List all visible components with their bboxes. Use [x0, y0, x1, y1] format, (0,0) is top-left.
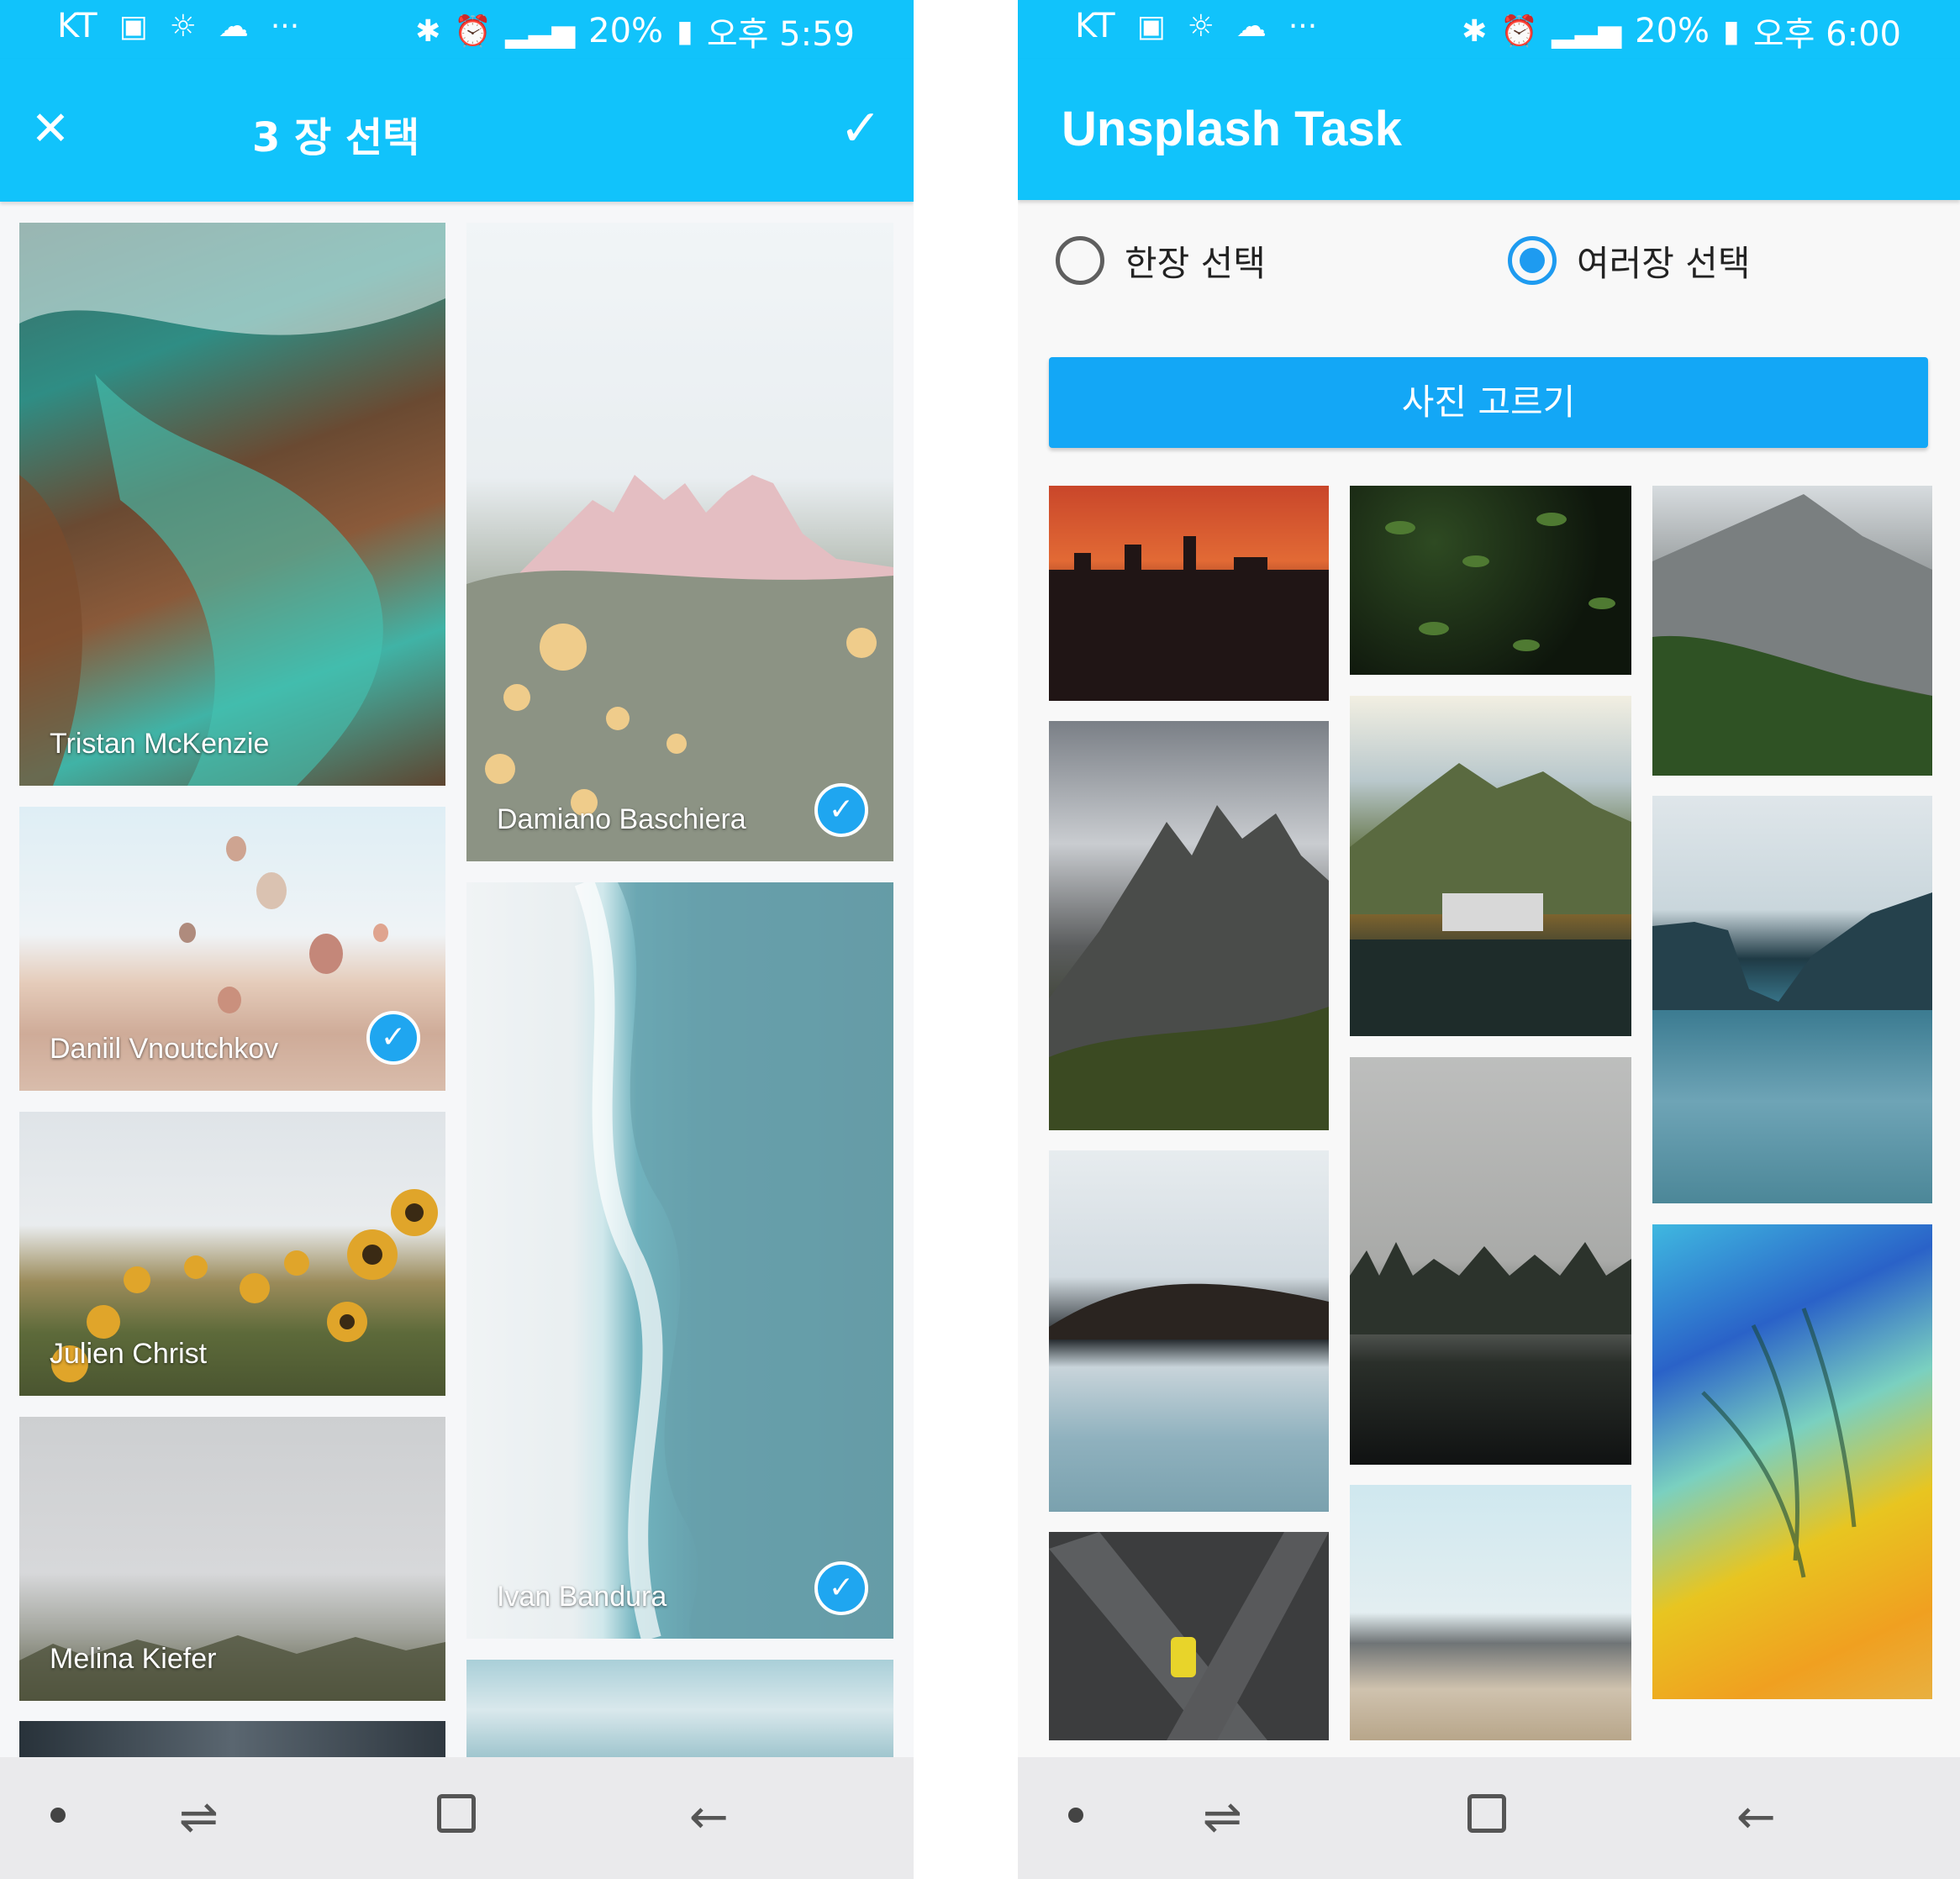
status-bar: KT ▣ ☼ ☁ ··· ✱ ⏰ ▂▃▅ 20% ▮ 오후 5:59 — [0, 0, 914, 59]
abstract-palm-illustration — [1701, 1308, 1857, 1578]
pick-photos-button[interactable]: 사진 고르기 — [1049, 357, 1928, 448]
clock-label: 오후 6:00 — [1752, 15, 1901, 54]
photo-tile[interactable] — [1049, 721, 1329, 1130]
photo-tile[interactable] — [1652, 486, 1932, 776]
lake-reflection-illustration — [1049, 1283, 1329, 1340]
photo-author: Ivan Bandura — [497, 1581, 667, 1613]
single-select-option[interactable]: 한장 선택 — [1056, 231, 1266, 290]
photo-tile[interactable] — [1652, 796, 1932, 1203]
bluetooth-icon: ✱ — [415, 13, 441, 49]
battery-label: 20% — [588, 12, 664, 50]
signal-icon: ▂▃▅ — [505, 13, 576, 49]
app-bar: Unsplash Task — [1018, 59, 1960, 200]
photo-author: Damiano Baschiera — [497, 803, 746, 835]
selection-count-title: 3 장 선택 — [252, 114, 420, 161]
alarm-icon: ⏰ — [454, 14, 493, 49]
more-icon: ··· — [1288, 8, 1318, 44]
battery-icon: ▮ — [677, 13, 693, 49]
mountain-lake-hotel-illustration — [1350, 763, 1631, 1036]
navigation-bar: ⇌ ← — [1018, 1757, 1960, 1879]
check-circle-icon[interactable]: ✓ — [814, 783, 868, 837]
cloud-icon: ☁ — [218, 8, 249, 44]
photo-tile[interactable] — [1049, 486, 1329, 701]
battery-label: 20% — [1635, 12, 1710, 50]
check-icon[interactable]: ✓ — [831, 99, 890, 158]
selected-overlay — [466, 223, 893, 861]
gallery-icon: ▣ — [1136, 8, 1166, 44]
road-car-illustration — [1049, 1532, 1329, 1740]
gallery-icon: ▣ — [119, 8, 148, 44]
back-icon[interactable]: ← — [1736, 1791, 1776, 1845]
alpine-peak-illustration — [1652, 494, 1932, 776]
rocky-peaks-illustration — [1049, 805, 1329, 1130]
photo-tile[interactable]: Julien Christ — [19, 1112, 445, 1396]
nav-dot-icon[interactable] — [1068, 1808, 1083, 1823]
city-skyline-illustration — [1049, 536, 1329, 701]
home-icon[interactable] — [1467, 1791, 1506, 1845]
check-circle-icon[interactable]: ✓ — [366, 1011, 420, 1065]
nav-dot-icon[interactable] — [50, 1808, 66, 1823]
photo-tile[interactable] — [1350, 696, 1631, 1036]
photo-tile[interactable]: Ivan Bandura ✓ — [466, 882, 893, 1639]
back-icon[interactable]: ← — [689, 1791, 729, 1845]
lake-mountains-illustration — [1652, 892, 1932, 1010]
home-icon[interactable] — [437, 1791, 476, 1845]
photo-tile[interactable] — [1350, 1057, 1631, 1465]
signal-icon: ▂▃▅ — [1552, 13, 1622, 49]
foggy-forest-illustration — [1350, 1242, 1631, 1334]
photo-author: Melina Kiefer — [50, 1643, 217, 1675]
weather-icon: ☼ — [169, 8, 197, 44]
photo-tile[interactable]: Tristan McKenzie — [19, 223, 445, 786]
clock-label: 오후 5:59 — [706, 15, 855, 54]
single-select-radio[interactable] — [1056, 236, 1104, 285]
recent-apps-icon[interactable]: ⇌ — [179, 1791, 219, 1845]
photo-tile[interactable] — [1350, 1485, 1631, 1740]
alarm-icon: ⏰ — [1500, 14, 1539, 49]
photo-tile[interactable]: Melina Kiefer — [19, 1417, 445, 1701]
photo-tile[interactable] — [1652, 1224, 1932, 1699]
photo-tile[interactable]: Damiano Baschiera ✓ — [466, 223, 893, 861]
photo-author: Julien Christ — [50, 1338, 208, 1370]
carrier-label: KT — [1075, 7, 1115, 45]
cloud-icon: ☁ — [1236, 8, 1267, 44]
leaves-illustration — [1385, 513, 1615, 651]
recent-apps-icon[interactable]: ⇌ — [1203, 1791, 1242, 1845]
photo-author: Tristan McKenzie — [50, 728, 270, 760]
status-bar: KT ▣ ☼ ☁ ··· ✱ ⏰ ▂▃▅ 20% ▮ 오후 6:00 — [1018, 0, 1960, 59]
photo-tile[interactable] — [1049, 1532, 1329, 1740]
photo-tile[interactable]: Daniil Vnoutchkov ✓ — [19, 807, 445, 1091]
right-phone-screen: KT ▣ ☼ ☁ ··· ✱ ⏰ ▂▃▅ 20% ▮ 오후 6:00 Unspl… — [1018, 0, 1960, 1879]
check-circle-icon[interactable]: ✓ — [814, 1561, 868, 1615]
close-icon[interactable]: ✕ — [24, 103, 77, 156]
photo-tile[interactable] — [466, 1660, 893, 1761]
ocean-rocks-illustration — [19, 223, 445, 786]
photo-tile[interactable] — [1049, 1150, 1329, 1512]
selection-app-bar: ✕ 3 장 선택 ✓ — [0, 59, 914, 202]
photo-tile[interactable] — [1350, 486, 1631, 675]
bluetooth-icon: ✱ — [1462, 13, 1488, 49]
weather-icon: ☼ — [1187, 8, 1214, 44]
carrier-label: KT — [57, 7, 97, 45]
multi-select-label: 여러장 선택 — [1577, 242, 1751, 284]
multi-select-option[interactable]: 여러장 선택 — [1508, 231, 1751, 290]
selected-overlay — [466, 882, 893, 1639]
navigation-bar: ⇌ ← — [0, 1757, 914, 1879]
more-icon: ··· — [270, 8, 300, 44]
left-phone-screen: KT ▣ ☼ ☁ ··· ✱ ⏰ ▂▃▅ 20% ▮ 오후 5:59 ✕ 3 장… — [0, 0, 914, 1879]
single-select-label: 한장 선택 — [1125, 242, 1266, 284]
battery-icon: ▮ — [1723, 13, 1740, 49]
photo-author: Daniil Vnoutchkov — [50, 1033, 279, 1065]
multi-select-radio[interactable] — [1508, 236, 1557, 285]
app-title: Unsplash Task — [1062, 102, 1403, 156]
